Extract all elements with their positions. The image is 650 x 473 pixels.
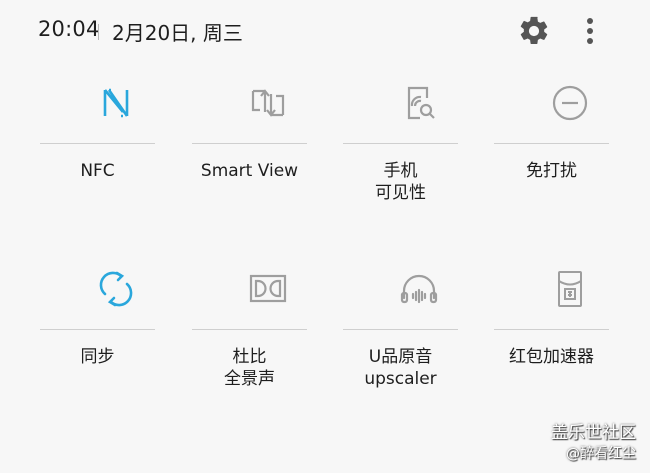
tile-label: 同步 [80,347,115,367]
tile-label: 红包加速器 [509,347,594,367]
tile-label: U品原音 upscaler [364,347,437,389]
settings-gear-icon[interactable] [517,14,551,48]
tile-divider [343,143,458,144]
tile-red-envelope[interactable]: 红包加速器 [494,250,646,400]
watermark-site: 盖乐世社区 [551,423,636,443]
tile-dolby-atmos[interactable]: 杜比 全景声 [192,250,344,400]
tile-label: NFC [80,161,115,181]
more-options-icon[interactable] [578,14,602,48]
red-envelope-icon [558,271,582,307]
date-label: 2月20日, 周三 [112,21,243,45]
tile-divider [40,143,155,144]
tile-uhq-upscaler[interactable]: U品原音 upscaler [343,250,495,400]
tile-label: 免打扰 [526,161,577,181]
tile-divider [343,329,458,330]
quick-panel-header: 20:04 2月20日, 周三 [0,0,650,64]
tile-smart-view[interactable]: Smart View [192,64,344,214]
clock: 20:04 [38,17,100,41]
sync-icon [99,271,133,307]
quick-settings-grid: NFC Smart View 手机 可见性 免打扰 同步 杜比 全景声 U品原音… [0,64,650,404]
do-not-disturb-icon [552,85,588,121]
tile-do-not-disturb[interactable]: 免打扰 [494,64,646,214]
tile-divider [494,329,609,330]
tile-nfc[interactable]: NFC [40,64,192,214]
uhq-upscaler-icon [400,274,438,304]
watermark-author: @醉看红尘 [566,446,636,462]
tile-divider [40,329,155,330]
phone-visibility-icon [407,86,435,120]
dolby-atmos-icon [249,274,287,303]
nfc-icon [103,88,129,118]
tile-phone-visibility[interactable]: 手机 可见性 [343,64,495,214]
tile-divider [494,143,609,144]
tile-label: Smart View [200,161,299,181]
watermark: 盖乐世社区 @醉看红尘 [551,418,636,463]
tile-divider [192,143,307,144]
header-separator [98,24,99,40]
tile-label: 手机 可见性 [375,161,426,203]
smart-view-icon [251,89,285,117]
tile-sync[interactable]: 同步 [40,250,192,400]
tile-divider [192,329,307,330]
tile-label: 杜比 全景声 [224,347,275,389]
